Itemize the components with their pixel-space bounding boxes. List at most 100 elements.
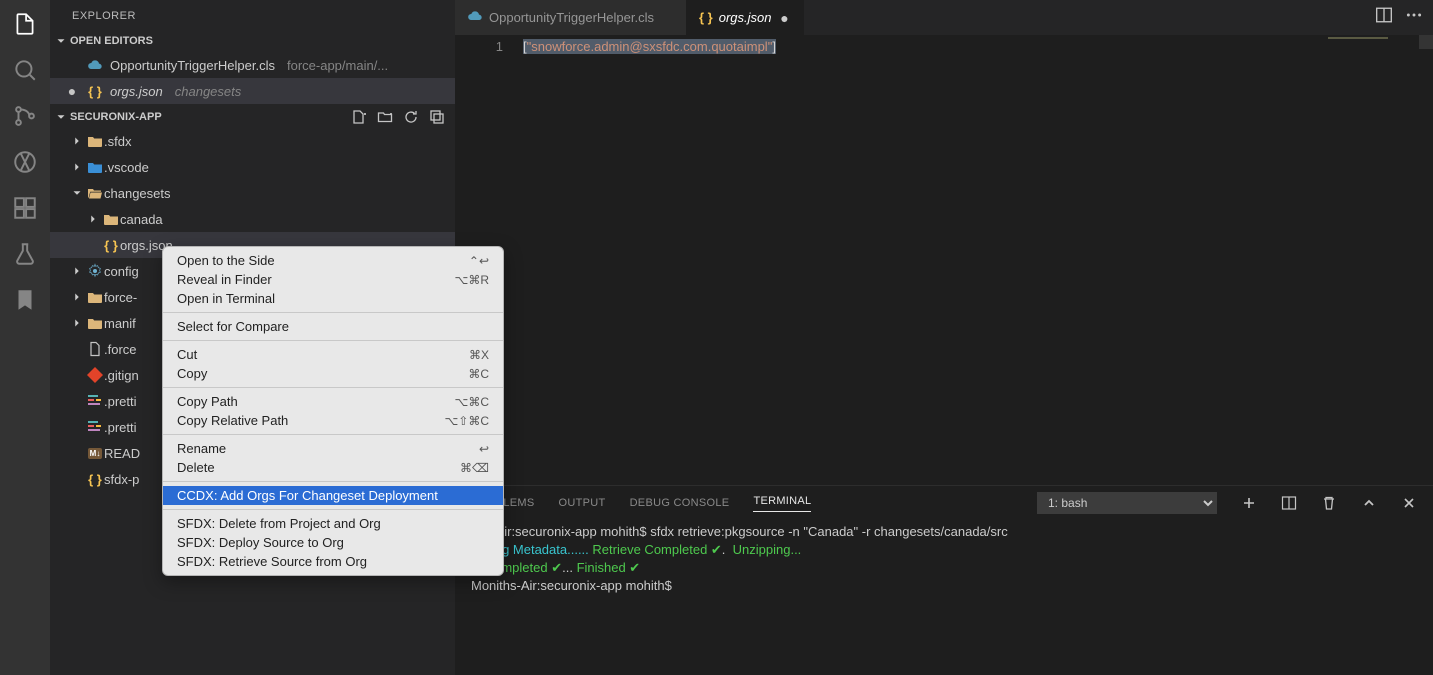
panel-tab[interactable]: TERMINAL bbox=[753, 495, 811, 512]
context-menu-item[interactable]: Select for Compare bbox=[163, 317, 503, 336]
context-menu-item[interactable]: Copy Relative Path ⌥⇧⌘C bbox=[163, 411, 503, 430]
file-icon bbox=[86, 419, 104, 435]
menu-label: Delete bbox=[177, 460, 215, 475]
tree-label: config bbox=[104, 264, 139, 279]
close-icon[interactable] bbox=[1401, 495, 1417, 511]
refresh-icon[interactable] bbox=[403, 109, 419, 125]
menu-label: Reveal in Finder bbox=[177, 272, 272, 287]
menu-label: Copy Relative Path bbox=[177, 413, 288, 428]
menu-shortcut: ↩ bbox=[479, 442, 489, 456]
context-menu-item[interactable]: Delete⌘⌫ bbox=[163, 458, 503, 477]
panel-tabs: PROBLEMSOUTPUTDEBUG CONSOLETERMINAL1: ba… bbox=[455, 486, 1433, 520]
context-menu-item[interactable]: Open in Terminal bbox=[163, 289, 503, 308]
context-menu-item[interactable]: Cut ⌘X bbox=[163, 345, 503, 364]
file-name: orgs.json bbox=[110, 84, 163, 99]
new-folder-icon[interactable] bbox=[377, 109, 393, 125]
debug-icon[interactable] bbox=[11, 148, 39, 176]
menu-label: CCDX: Add Orgs For Changeset Deployment bbox=[177, 488, 438, 503]
tab-label: OpportunityTriggerHelper.cls bbox=[489, 10, 654, 25]
close-icon[interactable]: ● bbox=[777, 10, 791, 26]
minimap[interactable] bbox=[1323, 35, 1433, 485]
extensions-icon[interactable] bbox=[11, 194, 39, 222]
editor-area: OpportunityTriggerHelper.cls { } orgs.js… bbox=[455, 0, 1433, 675]
file-icon bbox=[86, 263, 104, 279]
explorer-icon[interactable] bbox=[11, 10, 39, 38]
menu-shortcut: ⌥⇧⌘C bbox=[444, 414, 489, 428]
context-menu-item[interactable]: CCDX: Add Orgs For Changeset Deployment bbox=[163, 486, 503, 505]
file-name: OpportunityTriggerHelper.cls bbox=[110, 58, 275, 73]
tree-label: READ bbox=[104, 446, 140, 461]
context-menu-item[interactable]: Rename ↩ bbox=[163, 439, 503, 458]
panel-tab[interactable]: DEBUG CONSOLE bbox=[630, 497, 730, 509]
plus-icon[interactable] bbox=[1241, 495, 1257, 511]
split-terminal-icon[interactable] bbox=[1281, 495, 1297, 511]
open-editors-header[interactable]: OPEN EDITORS bbox=[50, 30, 455, 52]
file-icon bbox=[86, 316, 104, 330]
source-control-icon[interactable] bbox=[11, 102, 39, 130]
tree-label: manif bbox=[104, 316, 136, 331]
file-icon: { } bbox=[86, 472, 104, 487]
file-icon bbox=[102, 212, 120, 226]
file-icon bbox=[86, 367, 104, 383]
open-editor-item[interactable]: OpportunityTriggerHelper.cls force-app/m… bbox=[50, 52, 455, 78]
open-editors-label: OPEN EDITORS bbox=[70, 35, 153, 47]
tree-folder[interactable]: canada bbox=[50, 206, 455, 232]
menu-label: Copy Path bbox=[177, 394, 238, 409]
context-menu-item[interactable]: Open to the Side⌃↩ bbox=[163, 251, 503, 270]
file-icon: { } bbox=[699, 10, 713, 25]
context-menu-item[interactable]: Copy ⌘C bbox=[163, 364, 503, 383]
search-icon[interactable] bbox=[11, 56, 39, 84]
context-menu-item[interactable]: Copy Path ⌥⌘C bbox=[163, 392, 503, 411]
split-editor-icon[interactable] bbox=[1375, 6, 1393, 29]
menu-label: Cut bbox=[177, 347, 197, 362]
panel-tab[interactable]: OUTPUT bbox=[559, 497, 606, 509]
code-area[interactable]: ["snowforce.admin@sxsfdc.com.quotaimpl"] bbox=[523, 35, 1323, 485]
context-menu-item[interactable]: Reveal in Finder⌥⌘R bbox=[163, 270, 503, 289]
chevron-up-icon[interactable] bbox=[1361, 495, 1377, 511]
close-icon[interactable]: ● bbox=[64, 83, 80, 99]
tree-folder[interactable]: .vscode bbox=[50, 154, 455, 180]
context-menu-item[interactable]: SFDX: Retrieve Source from Org bbox=[163, 552, 503, 571]
editor-tab[interactable]: { } orgs.json ● bbox=[687, 0, 804, 35]
menu-shortcut: ⌘X bbox=[469, 348, 489, 362]
trash-icon[interactable] bbox=[1321, 495, 1337, 511]
menu-label: Rename bbox=[177, 441, 226, 456]
tree-label: changesets bbox=[104, 186, 171, 201]
bookmark-icon[interactable] bbox=[11, 286, 39, 314]
line-number: 1 bbox=[455, 39, 503, 54]
tab-label: orgs.json bbox=[719, 10, 772, 25]
context-menu-item[interactable]: SFDX: Deploy Source to Org bbox=[163, 533, 503, 552]
menu-label: Copy bbox=[177, 366, 207, 381]
context-menu-item[interactable]: SFDX: Delete from Project and Org bbox=[163, 514, 503, 533]
menu-label: SFDX: Retrieve Source from Org bbox=[177, 554, 367, 569]
tree-folder[interactable]: .sfdx bbox=[50, 128, 455, 154]
menu-shortcut: ⌘C bbox=[468, 367, 489, 381]
tree-folder[interactable]: changesets bbox=[50, 180, 455, 206]
close-icon[interactable] bbox=[64, 57, 80, 73]
open-editor-item[interactable]: ● { } orgs.json changesets bbox=[50, 78, 455, 104]
tree-label: .pretti bbox=[104, 420, 137, 435]
context-menu: Open to the Side⌃↩Reveal in Finder⌥⌘ROpe… bbox=[162, 246, 504, 576]
file-icon bbox=[86, 341, 104, 357]
project-header[interactable]: SECURONIX-APP bbox=[50, 106, 455, 128]
test-icon[interactable] bbox=[11, 240, 39, 268]
terminal-selector[interactable]: 1: bash bbox=[1037, 492, 1217, 514]
new-file-icon[interactable] bbox=[351, 109, 367, 125]
file-icon: M↓ bbox=[86, 448, 104, 459]
editor-tab[interactable]: OpportunityTriggerHelper.cls bbox=[455, 0, 687, 35]
more-icon[interactable] bbox=[1405, 6, 1423, 29]
menu-label: Open to the Side bbox=[177, 253, 275, 268]
file-icon bbox=[86, 134, 104, 148]
tree-label: canada bbox=[120, 212, 163, 227]
menu-label: SFDX: Deploy Source to Org bbox=[177, 535, 344, 550]
tree-label: .force bbox=[104, 342, 137, 357]
collapse-all-icon[interactable] bbox=[429, 109, 445, 125]
menu-label: Select for Compare bbox=[177, 319, 289, 334]
menu-label: SFDX: Delete from Project and Org bbox=[177, 516, 381, 531]
code-editor[interactable]: 1 ["snowforce.admin@sxsfdc.com.quotaimpl… bbox=[455, 35, 1433, 485]
scrollbar[interactable] bbox=[1419, 35, 1433, 485]
menu-shortcut: ⌥⌘C bbox=[455, 395, 490, 409]
terminal[interactable]: iths-Air:securonix-app mohith$ sfdx retr… bbox=[455, 520, 1433, 675]
file-icon bbox=[86, 290, 104, 304]
project-actions bbox=[351, 109, 445, 125]
